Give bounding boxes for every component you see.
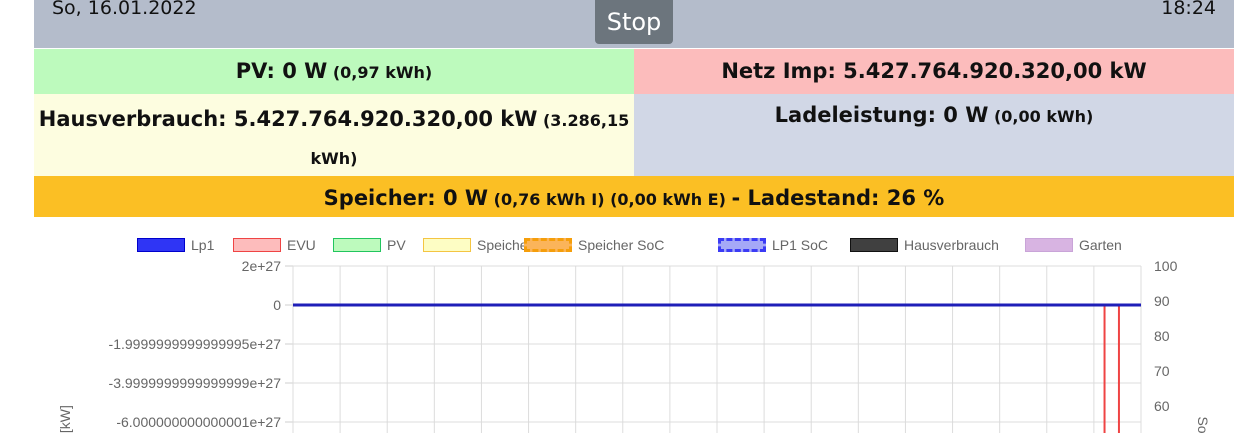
y-left-tick-label: 2e+27 xyxy=(242,258,282,274)
y-right-tick-label: 70 xyxy=(1154,363,1170,379)
y-right-tick-label: 60 xyxy=(1154,398,1170,414)
y-left-axis-title: g [kW] xyxy=(57,405,73,433)
y-right-axis-title: So xyxy=(1195,416,1211,433)
y-left-tick-label: -3.9999999999999999e+27 xyxy=(109,375,282,391)
live-chart: 2e+27 0 -1.9999999999999995e+27 -3.99999999… xyxy=(57,258,1211,433)
y-right-tick-label: 80 xyxy=(1154,328,1170,344)
y-left-tick-label: -1.9999999999999995e+27 xyxy=(109,336,282,352)
y-right-tick-label: 90 xyxy=(1154,293,1170,309)
y-right-tick-label: 100 xyxy=(1154,258,1178,274)
y-left-tick-label: 0 xyxy=(273,297,281,313)
y-left-tick-label: -6.000000000000001e+27 xyxy=(116,414,281,430)
